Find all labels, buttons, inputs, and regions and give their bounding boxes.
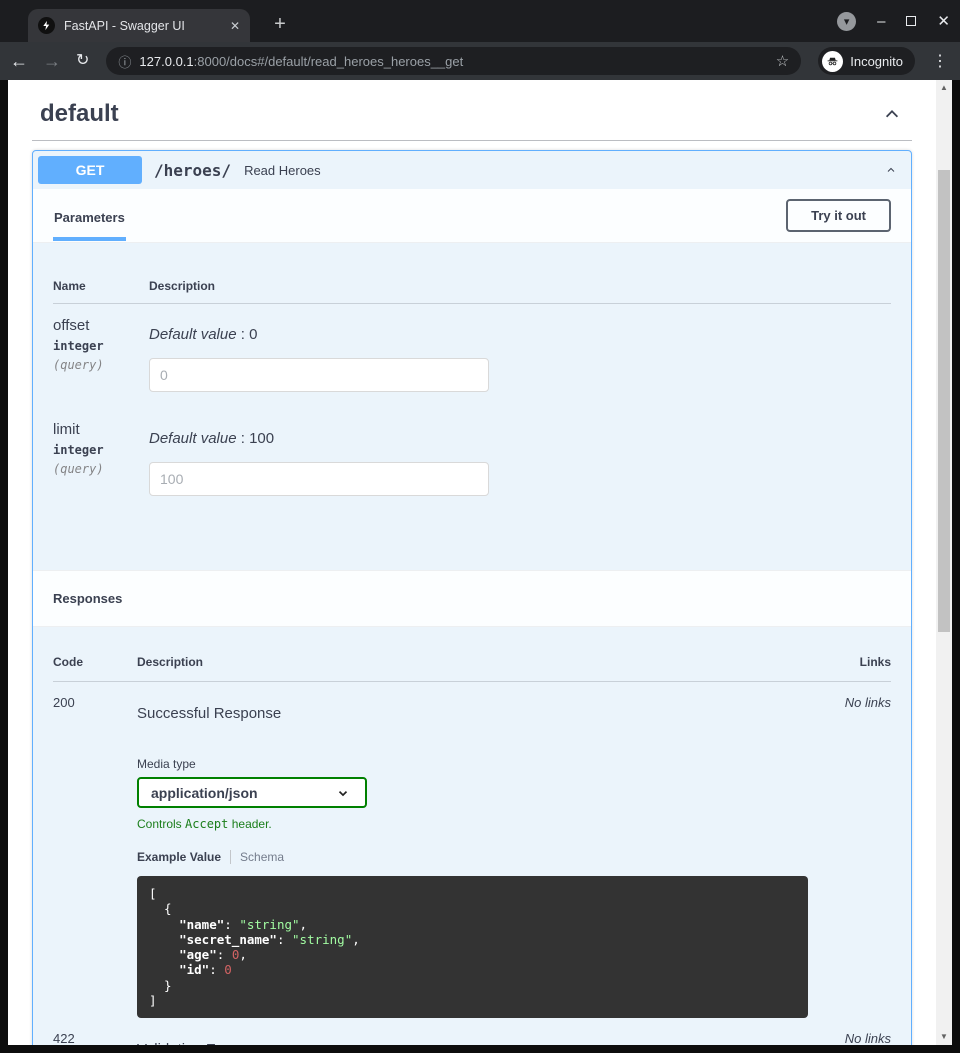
param-location: (query)	[53, 358, 149, 372]
param-type: integer	[53, 443, 149, 457]
address-bar[interactable]: ⓘ 127.0.0.1:8000/docs#/default/read_hero…	[106, 47, 801, 75]
scrollbar-thumb[interactable]	[938, 170, 950, 632]
responses-header: Responses	[33, 570, 911, 627]
close-window-button[interactable]: ✕	[937, 14, 950, 29]
response-links: No links	[827, 695, 891, 1018]
incognito-label: Incognito	[850, 54, 903, 69]
http-method-badge: GET	[38, 156, 142, 184]
api-section-title: default	[40, 100, 119, 128]
media-type-label: Media type	[137, 757, 827, 771]
browser-tab-bar: FastAPI - Swagger UI ✕ + ▾ – ✕	[0, 0, 960, 42]
browser-tab[interactable]: FastAPI - Swagger UI ✕	[28, 9, 250, 42]
incognito-icon	[822, 51, 843, 72]
tab-search-icon[interactable]: ▾	[837, 12, 856, 31]
browser-menu-icon[interactable]: ⋮	[930, 51, 950, 71]
accept-header-note: Controls Accept header.	[137, 817, 827, 831]
offset-input[interactable]	[149, 358, 489, 392]
media-type-value: application/json	[151, 785, 258, 801]
param-row-limit: limit integer (query) Default value : 10…	[53, 408, 891, 512]
response-code: 200	[53, 695, 137, 1018]
minimize-button[interactable]: –	[877, 14, 885, 29]
site-info-icon[interactable]: ⓘ	[118, 52, 131, 71]
response-links: No links	[827, 1031, 891, 1045]
incognito-badge: Incognito	[818, 47, 915, 75]
endpoint-summary-row[interactable]: GET /heroes/ Read Heroes	[33, 151, 911, 189]
try-it-out-button[interactable]: Try it out	[786, 199, 891, 232]
param-type: integer	[53, 339, 149, 353]
page-scrollbar[interactable]: ▲ ▼	[936, 80, 952, 1045]
example-value-tab[interactable]: Example Value	[137, 850, 221, 864]
select-chevron-down-icon	[333, 783, 353, 803]
tab-close-icon[interactable]: ✕	[230, 19, 240, 33]
endpoint-summary: Read Heroes	[244, 163, 886, 178]
reload-icon[interactable]: ↻	[76, 53, 89, 69]
scroll-up-icon[interactable]: ▲	[936, 81, 952, 95]
param-default: Default value : 100	[149, 430, 891, 447]
resp-col-description: Description	[137, 655, 827, 669]
endpoint-path: /heroes/	[154, 161, 231, 180]
resp-col-code: Code	[53, 655, 137, 669]
resp-col-links: Links	[827, 655, 891, 669]
response-row-422: 422 Validation Error No links	[53, 1018, 891, 1045]
fastapi-favicon-icon	[38, 17, 55, 34]
forward-icon[interactable]: →	[43, 52, 61, 70]
url-host: 127.0.0.1	[139, 54, 193, 69]
response-description: Successful Response	[137, 705, 827, 722]
bookmark-star-icon[interactable]: ☆	[776, 52, 789, 70]
schema-tab[interactable]: Schema	[240, 850, 284, 864]
media-type-select[interactable]: application/json	[137, 777, 367, 808]
url-text[interactable]: 127.0.0.1:8000/docs#/default/read_heroes…	[139, 54, 767, 69]
param-default: Default value : 0	[149, 326, 891, 343]
param-name: limit	[53, 421, 149, 438]
response-description: Validation Error	[137, 1041, 827, 1045]
response-row-200: 200 Successful Response Media type appli…	[53, 682, 891, 1018]
param-location: (query)	[53, 462, 149, 476]
tab-title: FastAPI - Swagger UI	[64, 19, 221, 33]
maximize-button[interactable]	[906, 16, 916, 26]
endpoint-collapse-chevron-up-icon[interactable]	[886, 160, 906, 180]
swagger-page: default GET /heroes/ Read Heroes Paramet…	[8, 80, 936, 1045]
param-row-offset: offset integer (query) Default value : 0	[53, 304, 891, 408]
new-tab-button[interactable]: +	[266, 10, 294, 38]
param-col-description: Description	[149, 279, 891, 293]
url-path: :8000/docs#/default/read_heroes_heroes__…	[194, 54, 464, 69]
tab-separator	[230, 850, 231, 864]
scroll-down-icon[interactable]: ▼	[936, 1030, 952, 1044]
param-name: offset	[53, 317, 149, 334]
limit-input[interactable]	[149, 462, 489, 496]
back-icon[interactable]: ←	[10, 52, 28, 70]
response-code: 422	[53, 1031, 137, 1045]
section-divider	[32, 140, 912, 141]
parameters-tab: Parameters	[53, 191, 126, 241]
section-collapse-chevron-up-icon[interactable]	[882, 104, 902, 124]
browser-toolbar: ← → ↻ ⓘ 127.0.0.1:8000/docs#/default/rea…	[0, 42, 960, 80]
code-block[interactable]: [ { "name": "string", "secret_name": "st…	[137, 876, 808, 1018]
param-col-name: Name	[53, 279, 149, 293]
get-heroes-opblock: GET /heroes/ Read Heroes Parameters Try …	[32, 150, 912, 1045]
